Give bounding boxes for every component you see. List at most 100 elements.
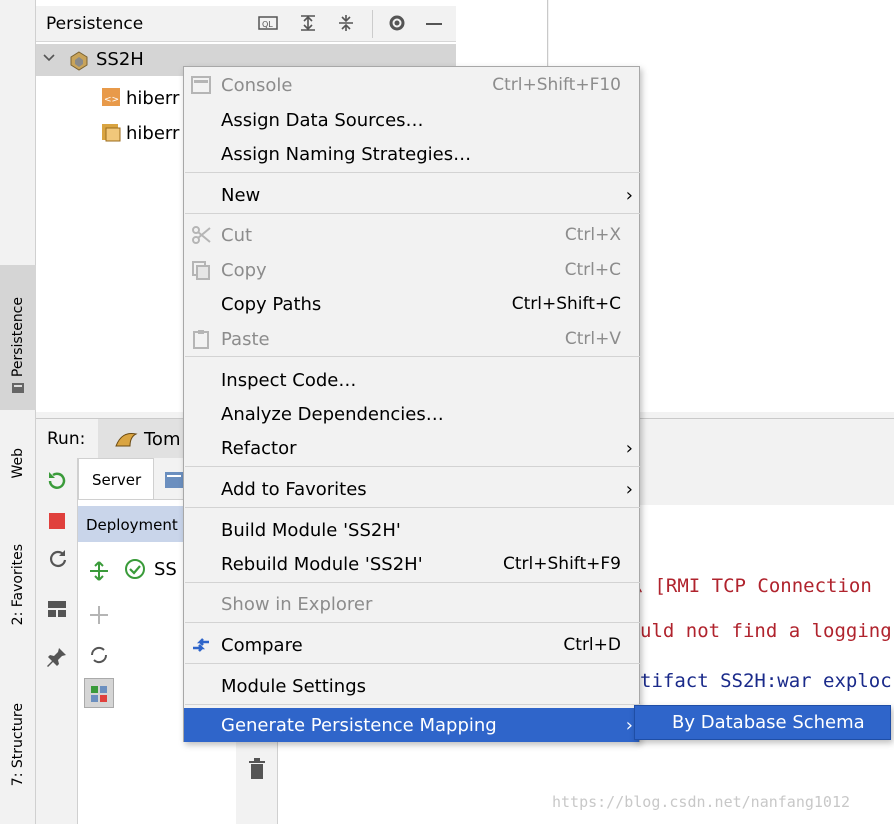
expand-all-icon[interactable] — [298, 13, 318, 38]
menu-item-compare[interactable]: Compare Ctrl+D — [184, 628, 639, 662]
menu-item-assign-naming-strategies[interactable]: Assign Naming Strategies… — [184, 137, 639, 171]
menu-item-label: Cut — [221, 224, 253, 246]
menu-item-shortcut: Ctrl+Shift+F9 — [503, 554, 621, 574]
menu-item-module-settings[interactable]: Module Settings — [184, 669, 639, 703]
menu-item-label: Paste — [221, 328, 270, 350]
menu-item-label: Assign Data Sources… — [221, 109, 424, 131]
menu-item-shortcut: Ctrl+Shift+F10 — [492, 75, 621, 95]
menu-item-label: Compare — [221, 634, 303, 656]
console-line: 息 [RMI TCP Connection — [624, 575, 872, 597]
refresh-icon[interactable] — [46, 548, 68, 575]
console-icon — [190, 74, 212, 96]
menu-separator — [185, 582, 640, 583]
tab-structure[interactable]: 7: Structure — [0, 680, 36, 810]
tree-item-label[interactable]: hiberr — [126, 88, 179, 109]
hibernate-config-icon: <> — [100, 86, 122, 113]
menu-item-shortcut: Ctrl+D — [563, 635, 621, 655]
run-toolbar — [36, 458, 78, 824]
menu-item-label: Console — [221, 74, 293, 96]
menu-item-show-in-explorer[interactable]: Show in Explorer — [184, 587, 639, 621]
menu-item-shortcut: Ctrl+Shift+C — [511, 294, 621, 314]
minimize-icon[interactable] — [424, 14, 444, 39]
watermark: https://blog.csdn.net/nanfang1012 — [552, 793, 851, 811]
menu-item-shortcut: Ctrl+X — [564, 225, 621, 245]
menu-item-copy-paths[interactable]: Copy Paths Ctrl+Shift+C — [184, 287, 639, 321]
tab-favorites[interactable]: 2: Favorites — [0, 520, 36, 650]
left-tool-strip: Persistence Web 2: Favorites 7: Structur… — [0, 0, 36, 824]
layout-icon[interactable] — [46, 598, 68, 625]
menu-item-analyze-dependencies[interactable]: Analyze Dependencies… — [184, 397, 639, 431]
module-icon — [68, 50, 90, 77]
update-icon[interactable] — [88, 644, 110, 671]
log-tab-icon[interactable] — [164, 470, 184, 495]
tree-root-label: SS2H — [96, 49, 144, 70]
context-menu: Console Ctrl+Shift+F10 Assign Data Sourc… — [183, 66, 640, 742]
menu-item-copy[interactable]: Copy Ctrl+C — [184, 253, 639, 287]
menu-item-build-module[interactable]: Build Module 'SS2H' — [184, 513, 639, 547]
svg-text:<>: <> — [104, 95, 119, 105]
menu-separator — [185, 622, 640, 623]
console-line: tifact SS2H:war exploc — [640, 670, 892, 692]
copy-icon — [190, 259, 212, 281]
menu-separator — [185, 172, 640, 173]
menu-item-label: Assign Naming Strategies… — [221, 143, 472, 165]
menu-item-new[interactable]: New › — [184, 178, 639, 212]
ql-console-icon[interactable]: QL — [258, 14, 278, 37]
deployed-check-icon — [124, 558, 146, 585]
deployment-header-label: Deployment — [86, 516, 178, 534]
chevron-right-icon: › — [625, 184, 633, 206]
menu-separator — [185, 466, 640, 467]
pin-icon[interactable] — [46, 646, 68, 673]
menu-item-shortcut: Ctrl+V — [564, 329, 621, 349]
menu-item-paste[interactable]: Paste Ctrl+V — [184, 322, 639, 356]
tab-web[interactable]: Web — [0, 428, 36, 498]
menu-item-assign-data-sources[interactable]: Assign Data Sources… — [184, 103, 639, 137]
header-divider — [372, 10, 373, 38]
menu-item-inspect-code[interactable]: Inspect Code… — [184, 363, 639, 397]
persistence-icon — [11, 380, 25, 394]
submenu-item-by-database-schema[interactable]: By Database Schema — [672, 712, 865, 733]
tab-favorites-label: 2: Favorites — [10, 544, 26, 626]
trash-icon[interactable] — [246, 757, 268, 786]
menu-item-console[interactable]: Console Ctrl+Shift+F10 — [184, 68, 639, 102]
chevron-right-icon: › — [625, 478, 633, 500]
hibernate-mapping-icon — [100, 121, 122, 148]
menu-item-label: Module Settings — [221, 675, 367, 697]
collapse-all-icon[interactable] — [336, 13, 356, 38]
svg-text:QL: QL — [262, 20, 273, 29]
tomcat-icon — [114, 428, 138, 455]
menu-item-label: New — [221, 184, 261, 206]
artifact-icon — [88, 683, 110, 710]
deploy-icon[interactable] — [88, 560, 110, 587]
persistence-panel-header: Persistence QL — [36, 6, 456, 42]
menu-item-add-to-favorites[interactable]: Add to Favorites › — [184, 472, 639, 506]
deployment-item-label[interactable]: SS — [154, 559, 177, 580]
menu-separator — [185, 704, 640, 705]
menu-item-label: Refactor — [221, 437, 297, 459]
clipboard-icon — [190, 328, 212, 350]
menu-item-label: Inspect Code… — [221, 369, 357, 391]
undeploy-icon — [88, 604, 110, 631]
menu-item-label: Analyze Dependencies… — [221, 403, 444, 425]
rerun-icon[interactable] — [46, 470, 68, 497]
menu-separator — [185, 663, 640, 664]
panel-title: Persistence — [46, 14, 144, 34]
menu-item-label: Add to Favorites — [221, 478, 367, 500]
gear-icon[interactable] — [386, 12, 408, 39]
stop-icon[interactable] — [48, 512, 66, 535]
tree-item-label[interactable]: hiberr — [126, 123, 179, 144]
menu-item-label: Copy — [221, 259, 267, 281]
menu-item-rebuild-module[interactable]: Rebuild Module 'SS2H' Ctrl+Shift+F9 — [184, 547, 639, 581]
tab-web-label: Web — [10, 447, 26, 479]
menu-item-generate-persistence-mapping[interactable]: Generate Persistence Mapping › — [184, 708, 639, 742]
menu-separator — [185, 356, 640, 357]
menu-item-label: Rebuild Module 'SS2H' — [221, 553, 423, 575]
tab-structure-label: 7: Structure — [10, 703, 26, 787]
menu-item-cut[interactable]: Cut Ctrl+X — [184, 218, 639, 252]
menu-item-label: Show in Explorer — [221, 593, 373, 615]
menu-separator — [185, 213, 640, 214]
chevron-down-icon[interactable] — [42, 50, 56, 70]
menu-separator — [185, 507, 640, 508]
menu-item-label: Copy Paths — [221, 293, 322, 315]
menu-item-refactor[interactable]: Refactor › — [184, 431, 639, 465]
